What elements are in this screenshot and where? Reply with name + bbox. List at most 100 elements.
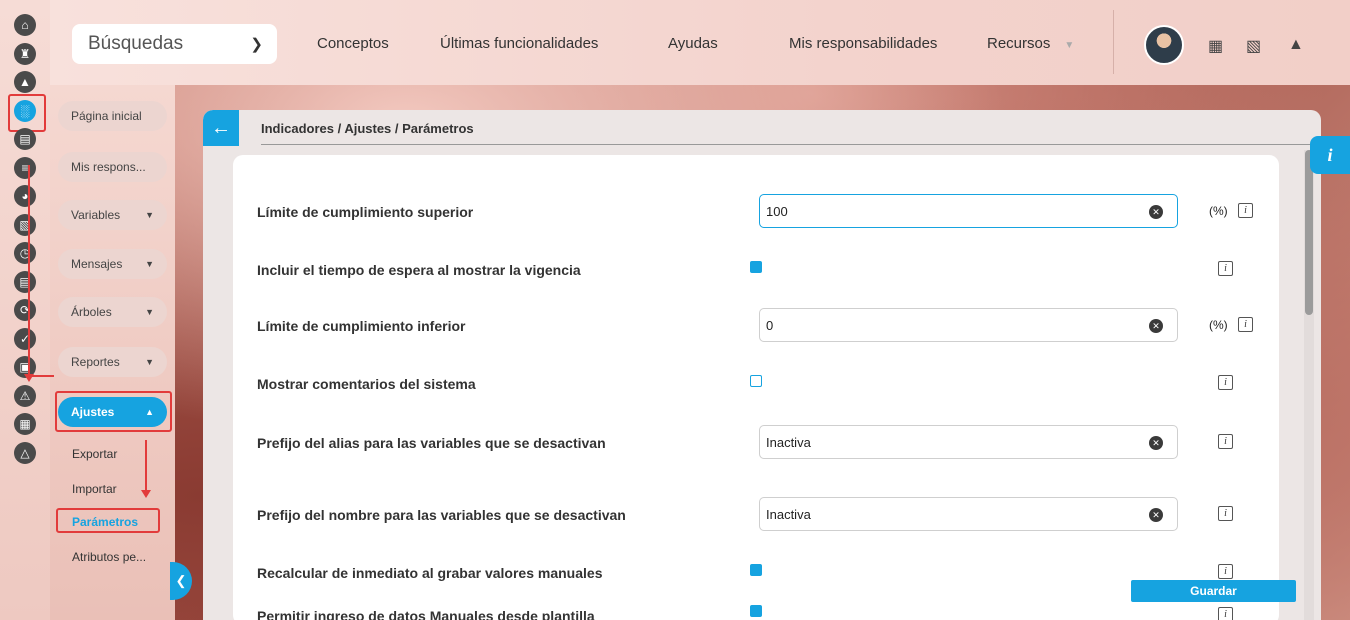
sidebar-item-arboles[interactable]: Árboles ▼ xyxy=(58,297,167,327)
sidebar-item-label: Mensajes xyxy=(71,257,123,271)
back-button[interactable]: ← xyxy=(203,110,239,146)
nav-recursos-label: Recursos xyxy=(987,35,1051,52)
save-button[interactable]: Guardar xyxy=(1131,580,1296,602)
sidebar-item-variables[interactable]: Variables ▼ xyxy=(58,200,167,230)
help-info-icon[interactable]: i xyxy=(1310,136,1350,174)
input-value: Inactiva xyxy=(766,434,811,450)
sidebar-item-reportes[interactable]: Reportes ▼ xyxy=(58,347,167,377)
annotation-box-ajustes xyxy=(55,391,172,432)
sidebar-item-label: Mis respons... xyxy=(71,160,146,174)
presentation-icon[interactable]: ▤ xyxy=(14,128,36,150)
info-icon[interactable]: i xyxy=(1238,317,1253,332)
books-icon[interactable]: ▧ xyxy=(14,213,36,236)
calendar-icon[interactable]: ▦ xyxy=(14,413,36,435)
input-value: 0 xyxy=(766,317,774,333)
calendar-icon[interactable]: ▦ xyxy=(1208,36,1223,56)
parameters-form: Límite de cumplimiento superior 100 ✕ (%… xyxy=(233,155,1279,620)
caret-down-icon: ▼ xyxy=(145,357,154,367)
nav-ayudas[interactable]: Ayudas xyxy=(668,35,718,52)
row-label: Permitir ingreso de datos Manuales desde… xyxy=(257,608,595,620)
annotation-arrow-line xyxy=(28,165,30,375)
clear-icon[interactable]: ✕ xyxy=(1149,319,1163,333)
row-label: Límite de cumplimiento inferior xyxy=(257,318,466,334)
input-value: Inactiva xyxy=(766,506,811,522)
search-select-label: Búsquedas xyxy=(88,33,184,54)
lower-limit-input[interactable]: 0 ✕ xyxy=(759,308,1178,342)
pie-icon[interactable]: ◕ xyxy=(14,185,36,207)
avatar[interactable] xyxy=(1144,25,1184,65)
row-label: Incluir el tiempo de espera al mostrar l… xyxy=(257,262,581,278)
bars-icon[interactable]: ≡ xyxy=(14,156,36,179)
network-icon[interactable]: △ xyxy=(14,441,36,464)
alias-prefix-input[interactable]: Inactiva ✕ xyxy=(759,425,1178,459)
header-divider xyxy=(261,144,1311,145)
sidebar-item-mis-responsabilidades[interactable]: Mis respons... xyxy=(58,152,167,182)
unit-label: (%) xyxy=(1209,204,1228,218)
cycle-icon[interactable]: ⟳ xyxy=(14,299,36,321)
tower-icon[interactable]: ♜ xyxy=(14,42,36,65)
template-entry-checkbox[interactable] xyxy=(750,605,762,617)
name-prefix-input[interactable]: Inactiva ✕ xyxy=(759,497,1178,531)
warning-icon[interactable]: ⚠ xyxy=(14,384,36,407)
sidebar-subitem-atributos[interactable]: Atributos pe... xyxy=(72,550,146,564)
clock-icon[interactable]: ◷ xyxy=(14,242,36,264)
include-wait-time-checkbox[interactable] xyxy=(750,261,762,273)
info-icon[interactable]: i xyxy=(1218,375,1233,390)
info-icon[interactable]: i xyxy=(1218,506,1233,521)
sidebar-subitem-importar[interactable]: Importar xyxy=(72,482,117,496)
search-select[interactable]: Búsquedas ❯ xyxy=(72,24,277,64)
nav-recursos[interactable]: Recursos ▼ xyxy=(987,35,1074,52)
caret-down-icon: ▼ xyxy=(1064,40,1075,51)
annotation-arrow-head xyxy=(141,490,151,498)
home-icon[interactable]: ⌂ xyxy=(14,14,36,36)
info-icon[interactable]: i xyxy=(1218,607,1233,620)
row-label: Prefijo del alias para las variables que… xyxy=(257,435,606,451)
sidebar-item-pagina-inicial[interactable]: Página inicial xyxy=(58,101,167,131)
icon-rail: ⌂ ♜ ▲ ░ ▤ ≡ ◕ ▧ ◷ ▤ ⟳ ✓ ▣ ⚠ ▦ △ xyxy=(0,0,50,620)
check-icon[interactable]: ✓ xyxy=(14,327,36,350)
row-label: Límite de cumplimiento superior xyxy=(257,204,474,220)
info-icon[interactable]: i xyxy=(1218,434,1233,449)
caret-down-icon: ▼ xyxy=(145,307,154,317)
info-icon[interactable]: i xyxy=(1238,203,1253,218)
sidebar-item-label: Reportes xyxy=(71,355,120,369)
nav-ultimas-funcionalidades[interactable]: Últimas funcionalidades xyxy=(440,35,598,52)
recalculate-checkbox[interactable] xyxy=(750,564,762,576)
sidebar-item-label: Variables xyxy=(71,208,121,222)
caret-down-icon: ▼ xyxy=(145,210,154,220)
indicators-icon[interactable]: ░ xyxy=(8,93,46,132)
chevron-down-icon: ❯ xyxy=(250,36,263,53)
upper-limit-input[interactable]: 100 ✕ xyxy=(759,194,1178,228)
show-system-comments-checkbox[interactable] xyxy=(750,375,762,387)
clear-icon[interactable]: ✕ xyxy=(1149,436,1163,450)
unit-label: (%) xyxy=(1209,318,1228,332)
module-sidebar: Página inicial Mis respons... Variables … xyxy=(50,85,175,620)
books-icon[interactable]: ▧ xyxy=(1246,36,1261,56)
breadcrumb: Indicadores / Ajustes / Parámetros xyxy=(261,120,474,136)
sidebar-item-label: Página inicial xyxy=(71,109,142,123)
annotation-box-parametros xyxy=(56,508,160,533)
row-label: Mostrar comentarios del sistema xyxy=(257,376,476,392)
header-divider xyxy=(1113,10,1114,74)
nav-conceptos[interactable]: Conceptos xyxy=(317,35,389,52)
panel-header: ← Indicadores / Ajustes / Parámetros xyxy=(203,110,1321,146)
collapse-sidebar-button[interactable]: ❮ xyxy=(170,562,192,600)
info-icon[interactable]: i xyxy=(1218,564,1233,579)
sidebar-item-label: Árboles xyxy=(71,305,112,319)
main-panel: ← Indicadores / Ajustes / Parámetros Lím… xyxy=(203,110,1321,620)
info-icon[interactable]: i xyxy=(1218,261,1233,276)
sidebar-item-mensajes[interactable]: Mensajes ▼ xyxy=(58,249,167,279)
clear-icon[interactable]: ✕ xyxy=(1149,205,1163,219)
annotation-arrow-line xyxy=(145,440,147,492)
row-label: Prefijo del nombre para las variables qu… xyxy=(257,507,626,523)
pyramid-icon[interactable]: ▲ xyxy=(14,71,36,93)
annotation-arrow-head xyxy=(24,374,34,382)
nav-mis-responsabilidades[interactable]: Mis responsabilidades xyxy=(789,35,937,52)
clear-icon[interactable]: ✕ xyxy=(1149,508,1163,522)
row-label: Recalcular de inmediato al grabar valore… xyxy=(257,565,603,581)
document-icon[interactable]: ▤ xyxy=(14,270,36,293)
scrollbar-thumb[interactable] xyxy=(1305,150,1313,315)
top-header: Búsquedas ❯ Conceptos Últimas funcionali… xyxy=(50,0,1350,85)
bell-icon[interactable]: ▲ xyxy=(1288,36,1304,54)
sidebar-subitem-exportar[interactable]: Exportar xyxy=(72,447,117,461)
